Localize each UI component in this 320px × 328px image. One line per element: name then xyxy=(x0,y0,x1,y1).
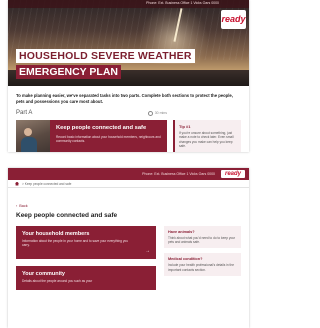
home-icon[interactable] xyxy=(15,181,19,186)
content-grid: Your household members Information about… xyxy=(16,226,241,290)
ready-logo[interactable]: ready xyxy=(221,10,246,29)
hero-banner: Phone: Ext. Business Office 1 Vicks Oars… xyxy=(8,0,249,86)
breadcrumb: > Keep people connected and safe xyxy=(8,180,249,188)
ready-logo[interactable]: ready xyxy=(221,170,245,178)
page-title-line2: EMERGENCY PLAN xyxy=(16,65,121,79)
tile-title: Your household members xyxy=(22,231,90,237)
main-content: ‹ Back Keep people connected and safe Yo… xyxy=(8,204,249,290)
phone-text: Phone: Ext. Business Office 1 Vicks Oars… xyxy=(142,172,215,176)
tiles-column: Your household members Information about… xyxy=(16,226,156,290)
site-header: Phone: Ext. Business Office 1 Vicks Oars… xyxy=(8,168,249,180)
aside-description: Include your health professional's detai… xyxy=(168,263,234,272)
chevron-left-icon: ‹ xyxy=(16,204,18,208)
card-body: Keep people connected and safe Record ba… xyxy=(50,120,167,152)
intro-text: To make planning easier, we've separated… xyxy=(16,93,233,104)
page-heading: Keep people connected and safe xyxy=(16,212,118,219)
tile-title: Your community xyxy=(22,271,65,277)
card-title: Keep people connected and safe xyxy=(56,125,147,132)
time-estimate: 30 mins xyxy=(147,110,167,116)
back-label: Back xyxy=(19,204,28,208)
community-tile[interactable]: Your community Details about the people … xyxy=(16,266,156,290)
part-label: Part A xyxy=(16,110,33,117)
tip-title: Tip #1 xyxy=(179,124,191,130)
logo-mark: ready xyxy=(221,14,246,24)
tile-description: Information about the people in your hom… xyxy=(22,239,128,247)
card-description: Record basic information about your hous… xyxy=(56,134,161,143)
part-a-header: Part A 30 mins xyxy=(16,110,167,116)
family-photo xyxy=(16,120,50,152)
timer-label: 30 mins xyxy=(154,111,167,116)
keep-connected-card[interactable]: Keep people connected and safe Record ba… xyxy=(16,120,167,152)
arrow-right-icon: → xyxy=(145,248,150,254)
aside-title: Medical condition? xyxy=(168,257,203,262)
back-link[interactable]: ‹ Back xyxy=(16,204,241,208)
tile-description: Details about the people around you such… xyxy=(22,279,93,283)
aside-column: Have animals? Think about what you'd nee… xyxy=(164,226,241,290)
keep-connected-screenshot: Phone: Ext. Business Office 1 Vicks Oars… xyxy=(8,168,249,328)
aside-description: Think about what you'd need to do to kee… xyxy=(168,236,236,245)
page-title-line1: HOUSEHOLD SEVERE WEATHER xyxy=(16,49,195,63)
tip-box: Tip #1 If you're unsure about something,… xyxy=(173,120,241,152)
clock-icon xyxy=(147,110,153,116)
breadcrumb-current[interactable]: > Keep people connected and safe xyxy=(22,182,71,186)
aside-title: Have animals? xyxy=(168,230,195,234)
tip-description: If you're unsure about something, just m… xyxy=(179,131,234,148)
part-a-main: Part A 30 mins Keep people connected and… xyxy=(16,110,167,152)
phone-text: Phone: Ext. Business Office 1 Vicks Oars… xyxy=(146,1,219,5)
top-bar: Phone: Ext. Business Office 1 Vicks Oars… xyxy=(8,0,249,8)
household-members-tile[interactable]: Your household members Information about… xyxy=(16,226,156,259)
logo-mark: ready xyxy=(224,171,241,177)
medical-aside: Medical condition? Include your health p… xyxy=(164,253,241,276)
plan-intro-screenshot: Phone: Ext. Business Office 1 Vicks Oars… xyxy=(8,0,249,152)
part-a-section: Part A 30 mins Keep people connected and… xyxy=(8,104,249,152)
animals-aside: Have animals? Think about what you'd nee… xyxy=(164,226,241,249)
